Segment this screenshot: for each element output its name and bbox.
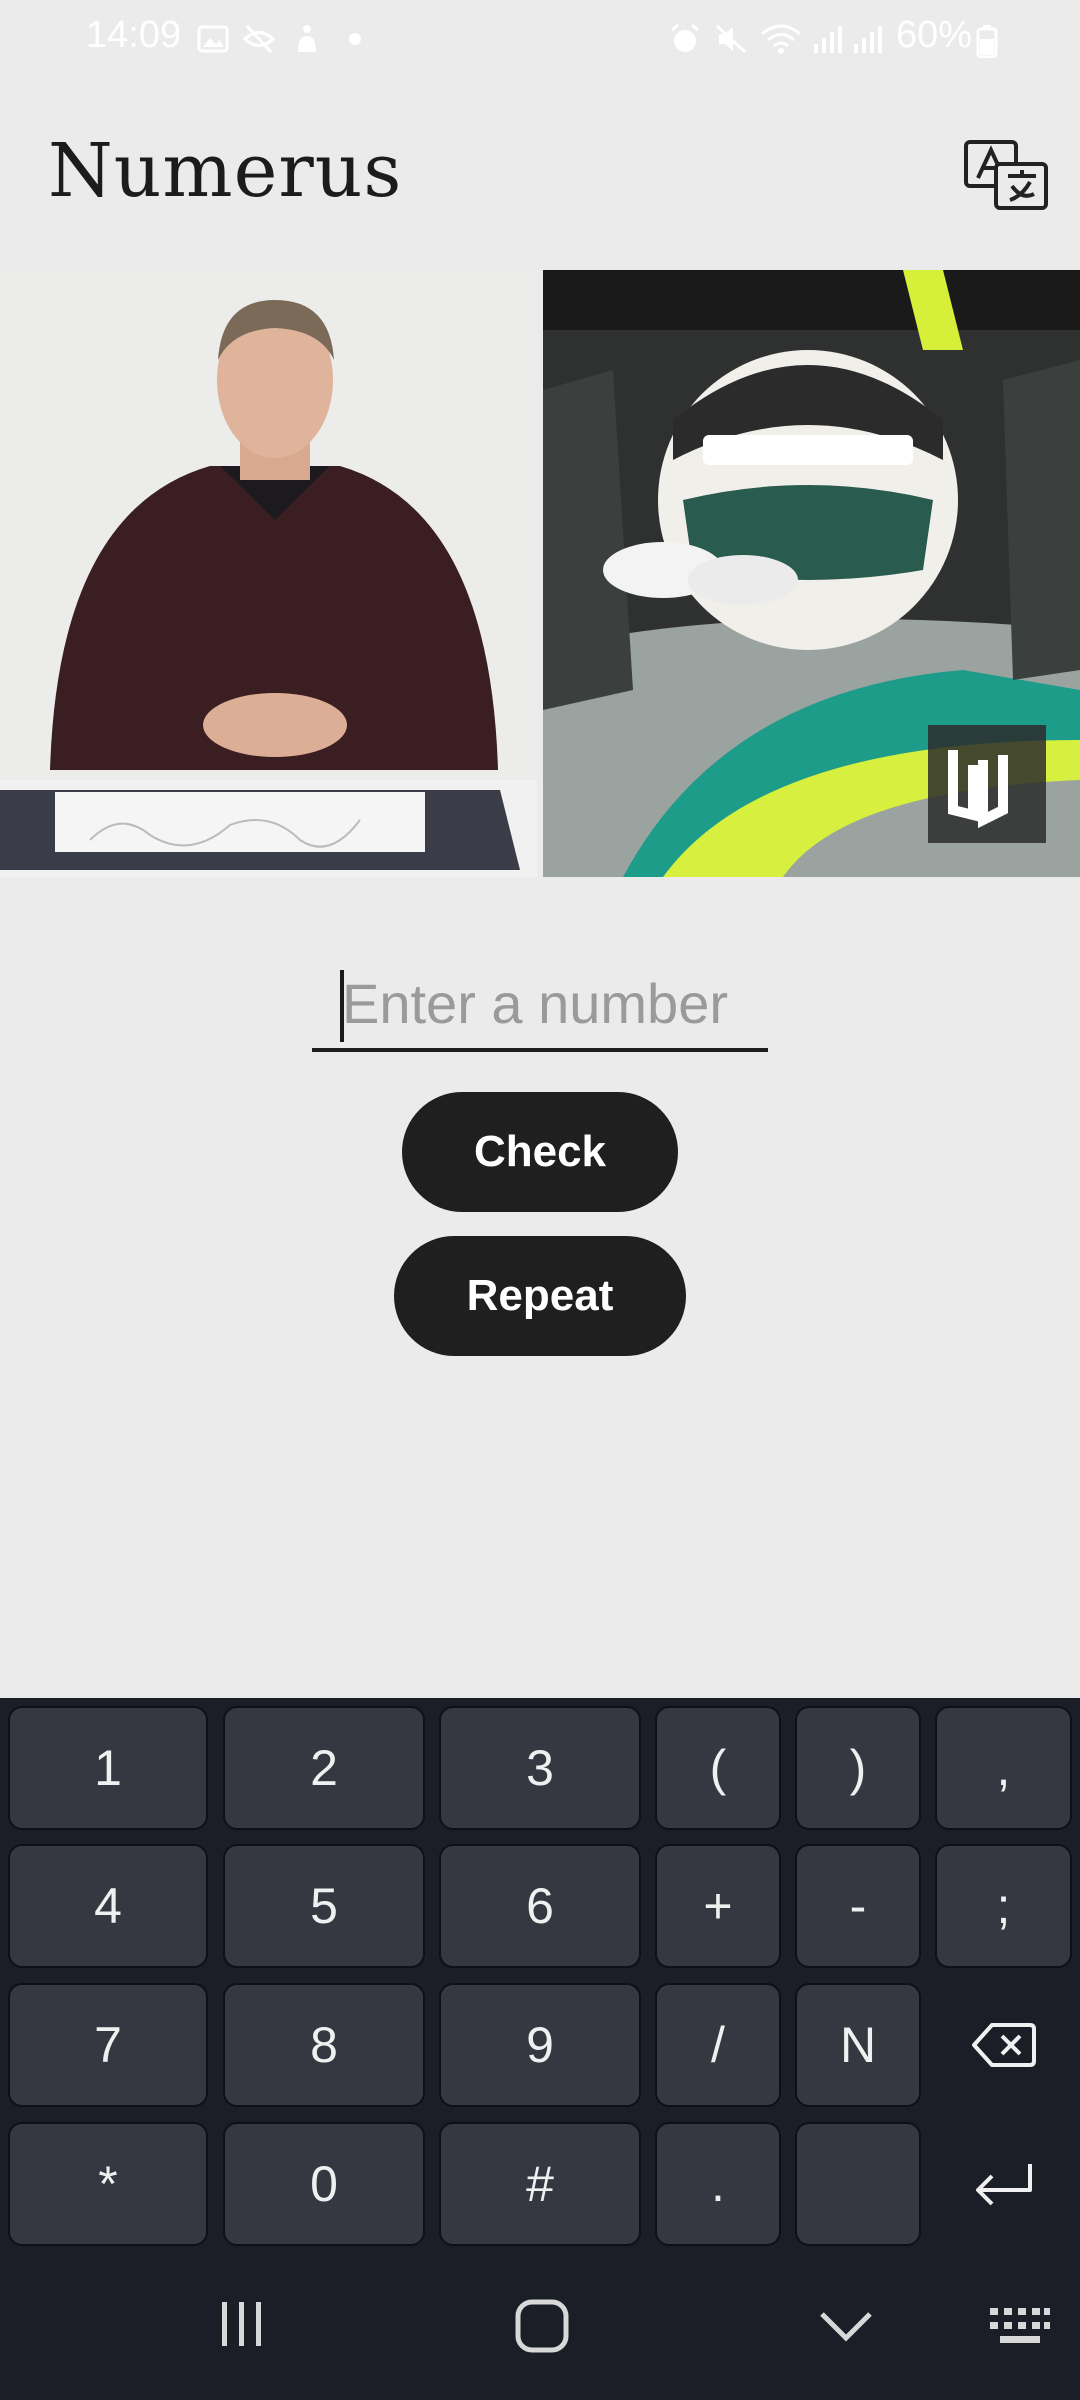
check-button[interactable]: Check <box>402 1092 678 1212</box>
key-3[interactable]: 3 <box>439 1706 641 1830</box>
home-icon[interactable] <box>514 2298 570 2354</box>
wifi-icon <box>761 24 801 54</box>
key-open-paren[interactable]: ( <box>655 1706 781 1830</box>
enter-icon <box>975 2164 1032 2206</box>
key-2[interactable]: 2 <box>223 1706 425 1830</box>
key-5[interactable]: 5 <box>223 1844 425 1968</box>
key-hash[interactable]: # <box>439 2122 641 2246</box>
presenter-illustration <box>0 270 537 877</box>
backspace-icon <box>971 2023 1036 2067</box>
key-asterisk[interactable]: * <box>8 2122 208 2246</box>
driver-image <box>543 270 1080 877</box>
key-enter[interactable] <box>935 2122 1072 2246</box>
app-title: Numerus <box>48 128 403 214</box>
key-4[interactable]: 4 <box>8 1844 208 1968</box>
signal-icon <box>814 26 842 53</box>
text-caret <box>340 970 344 1042</box>
key-backspace[interactable] <box>935 1983 1072 2107</box>
repeat-button[interactable]: Repeat <box>394 1236 686 1356</box>
key-comma[interactable]: , <box>935 1706 1072 1830</box>
key-n[interactable]: N <box>795 1983 921 2107</box>
accessibility-icon <box>298 25 316 52</box>
presenter-image <box>0 270 537 877</box>
key-slash[interactable]: / <box>655 1983 781 2107</box>
alarm-icon <box>671 23 699 52</box>
gallery-icon <box>197 25 229 53</box>
key-9[interactable]: 9 <box>439 1983 641 2107</box>
key-blank[interactable] <box>795 2122 921 2246</box>
driver-illustration <box>543 270 1080 877</box>
key-close-paren[interactable]: ) <box>795 1706 921 1830</box>
battery-icon <box>976 25 998 58</box>
key-0[interactable]: 0 <box>223 2122 425 2246</box>
dot-icon <box>349 33 361 45</box>
key-minus[interactable]: - <box>795 1844 921 1968</box>
key-8[interactable]: 8 <box>223 1983 425 2107</box>
translate-icon[interactable] <box>964 138 1050 214</box>
key-plus[interactable]: + <box>655 1844 781 1968</box>
key-6[interactable]: 6 <box>439 1844 641 1968</box>
mute-icon <box>715 24 747 54</box>
key-1[interactable]: 1 <box>8 1706 208 1830</box>
signal-icon <box>854 26 882 53</box>
keyboard-icon[interactable] <box>988 2306 1052 2346</box>
eye-off-icon <box>242 24 276 54</box>
key-semicolon[interactable]: ; <box>935 1844 1072 1968</box>
back-icon[interactable] <box>818 2306 874 2346</box>
key-7[interactable]: 7 <box>8 1983 208 2107</box>
number-input-wrapper <box>312 958 768 1058</box>
navigation-bar <box>0 2258 1080 2400</box>
number-input[interactable] <box>312 958 768 1052</box>
recents-icon[interactable] <box>216 2298 268 2350</box>
status-time: 14:09 <box>86 14 182 56</box>
key-period[interactable]: . <box>655 2122 781 2246</box>
battery-percent: 60% <box>896 14 973 56</box>
status-bar: 14:09 60% <box>0 0 1080 80</box>
